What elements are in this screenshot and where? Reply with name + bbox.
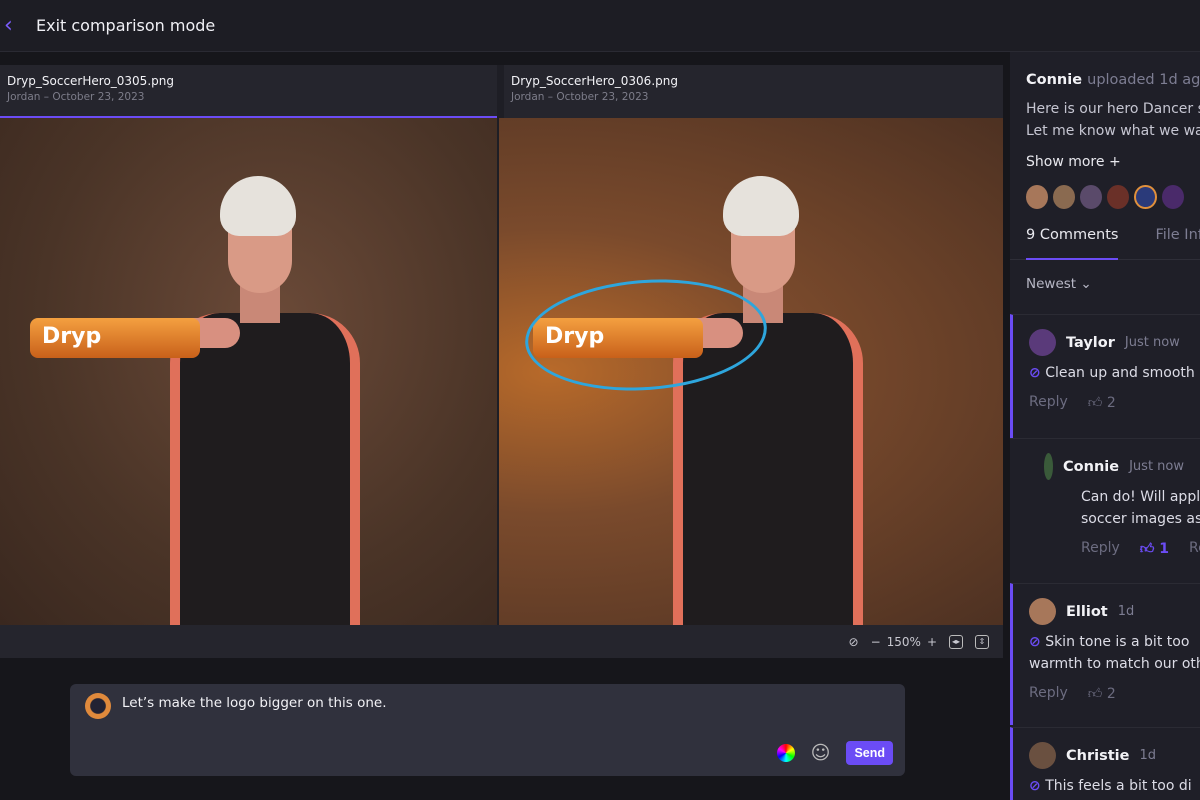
avatar [1161, 185, 1184, 209]
like-button[interactable]: 👍︎ 2 [1088, 394, 1116, 411]
comment-time: 1d [1117, 604, 1135, 619]
comment: Christie 1d ⊘ This feels a bit too di [1010, 727, 1200, 800]
upload-time: uploaded 1d ago [1087, 72, 1200, 88]
sort-dropdown[interactable]: Newest ⌄ [1010, 260, 1200, 308]
avatar [1029, 742, 1056, 769]
send-button[interactable]: Send [846, 741, 893, 765]
description-line: Let me know what we wa [1026, 123, 1200, 139]
reply-button[interactable]: Reply [1081, 540, 1120, 557]
file-name: Dryp_SoccerHero_0306.png [511, 74, 678, 88]
avatar [1107, 185, 1130, 209]
file-tab-left[interactable]: Dryp_SoccerHero_0305.png Jordan – Octobe… [0, 65, 497, 118]
comment-time: Just now [1124, 335, 1180, 350]
tab-comments[interactable]: 9 Comments [1026, 223, 1119, 260]
comment-text: Can do! Will appl [1081, 489, 1200, 505]
comment-text: soccer images as [1081, 511, 1200, 527]
like-count: 2 [1106, 395, 1116, 411]
image-toolbar: ⊘ − 150% + ◂▸ ⇕ [0, 625, 1003, 658]
comparison-view: Dryp_SoccerHero_0305.png Jordan – Octobe… [0, 65, 1003, 658]
reply-button[interactable]: Reply [1029, 685, 1068, 702]
uploader-line: Connie uploaded 1d ago [1026, 72, 1200, 88]
top-bar: ‹ Exit comparison mode [0, 0, 1200, 52]
file-meta: Jordan – October 23, 2023 [511, 91, 649, 103]
exit-comparison-link[interactable]: Exit comparison mode [36, 16, 215, 35]
avatar [1029, 329, 1056, 356]
comment-author: Christie [1066, 747, 1130, 764]
model-figure: Dryp [30, 118, 400, 625]
comment-text: warmth to match our oth [1029, 656, 1200, 672]
like-button[interactable]: 👍︎ 1 [1140, 540, 1169, 557]
avatar [1026, 185, 1049, 209]
comment-author: Connie [1063, 458, 1120, 475]
zoom-level: 150% [886, 634, 921, 649]
annotation-icon: ⊘ [1029, 778, 1041, 794]
comment-author: Elliot [1066, 603, 1108, 620]
zoom-in-button[interactable]: + [927, 635, 937, 649]
avatar [1044, 453, 1054, 480]
hide-annotations-icon[interactable]: ⊘ [849, 635, 859, 649]
comment-composer[interactable]: Let’s make the logo bigger on this one. … [70, 684, 905, 776]
comment-text: Skin tone is a bit too [1045, 634, 1190, 650]
comment-time: Just now [1129, 459, 1184, 474]
annotation-icon: ⊘ [1029, 365, 1041, 381]
image-right[interactable]: Dryp [499, 118, 1003, 625]
comment: Elliot 1d ⊘ Skin tone is a bit too warmth … [1010, 583, 1200, 725]
comment-time: 1d [1139, 748, 1156, 763]
like-count: 1 [1159, 541, 1170, 557]
back-chevron-icon[interactable]: ‹ [4, 13, 28, 38]
panel-tabs: 9 Comments File Info [1010, 223, 1200, 260]
comments-panel: Connie uploaded 1d ago Here is our hero … [1010, 52, 1200, 800]
viewer-avatars [1026, 185, 1184, 209]
fit-width-icon[interactable]: ◂▸ [949, 634, 963, 649]
comment: Taylor Just now ⊘ Clean up and smooth Rep… [1010, 314, 1200, 438]
avatar [1029, 598, 1056, 625]
file-name: Dryp_SoccerHero_0305.png [7, 74, 174, 88]
image-left[interactable]: Dryp [0, 118, 497, 625]
bottle-logo: Dryp [30, 318, 200, 358]
comment-author: Taylor [1066, 334, 1115, 351]
comment-text: This feels a bit too di [1045, 778, 1192, 794]
tab-file-info[interactable]: File Info [1155, 223, 1200, 259]
show-more-link[interactable]: Show more + [1026, 154, 1184, 170]
avatar [1134, 185, 1157, 209]
reply-button[interactable]: Reply [1029, 394, 1068, 411]
description-line: Here is our hero Dancer s [1026, 101, 1200, 117]
comment-input[interactable]: Let’s make the logo bigger on this one. [122, 695, 386, 711]
like-count: 2 [1106, 686, 1116, 702]
annotation-icon: ⊘ [1029, 634, 1041, 650]
file-meta: Jordan – October 23, 2023 [7, 91, 145, 103]
avatar [1053, 185, 1076, 209]
uploader-name: Connie [1026, 72, 1083, 88]
like-button[interactable]: 👍︎ 2 [1088, 685, 1116, 702]
avatar [1080, 185, 1103, 209]
color-brush-icon[interactable] [776, 744, 795, 762]
fit-height-icon[interactable]: ⇕ [975, 634, 989, 649]
emoji-icon[interactable]: ☺ [811, 742, 831, 764]
description: Here is our hero Dancer s Let me know wha… [1026, 98, 1200, 142]
resolve-button[interactable]: Re [1189, 540, 1200, 557]
zoom-out-button[interactable]: − [871, 635, 881, 649]
comment-text: Clean up and smooth [1045, 365, 1195, 381]
file-tab-right[interactable]: Dryp_SoccerHero_0306.png Jordan – Octobe… [504, 65, 1003, 118]
avatar [85, 693, 111, 719]
comment-reply: Connie Just now Can do! Will appl soccer i… [1010, 438, 1200, 583]
